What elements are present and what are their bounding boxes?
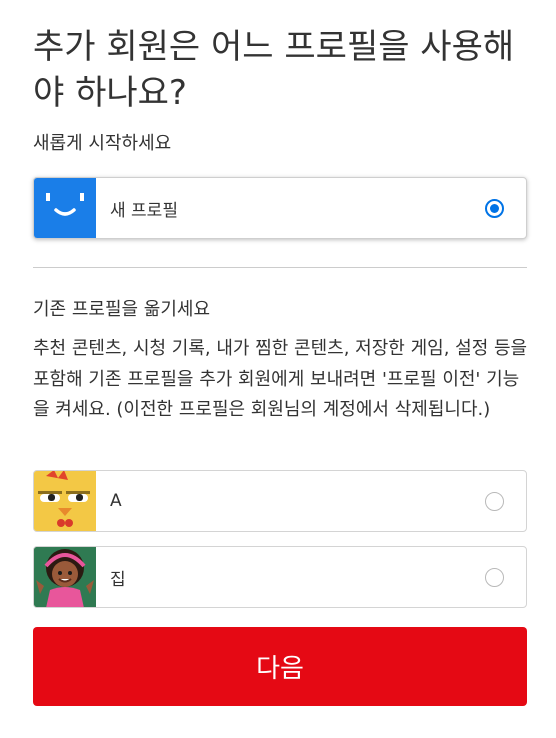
profile-name-a: A: [110, 491, 122, 511]
next-button[interactable]: 다음: [33, 627, 527, 706]
transfer-description: 추천 콘텐츠, 시청 기록, 내가 찜한 콘텐츠, 저장한 게임, 설정 등을 …: [33, 338, 528, 420]
profile-option-a[interactable]: A: [33, 470, 527, 532]
new-profile-option[interactable]: 새 프로필: [33, 177, 527, 239]
new-profile-name: 새 프로필: [110, 200, 178, 221]
smiley-face-avatar-icon: [34, 178, 96, 238]
chicken-avatar-icon: [34, 471, 96, 531]
profile-radio-home[interactable]: [485, 567, 504, 587]
profile-radio-a[interactable]: [485, 491, 504, 511]
profile-option-home[interactable]: 집: [33, 546, 527, 608]
new-profile-radio[interactable]: [485, 198, 504, 218]
page-title: 추가 회원은 어느 프로필을 사용해야 하나요?: [33, 27, 515, 113]
profile-name-home: 집: [110, 569, 126, 590]
girl-avatar-icon: [34, 547, 96, 607]
new-profile-section-label: 새롭게 시작하세요: [33, 133, 172, 154]
section-divider: [33, 267, 527, 268]
transfer-section-label: 기존 프로필을 옮기세요: [33, 299, 211, 320]
